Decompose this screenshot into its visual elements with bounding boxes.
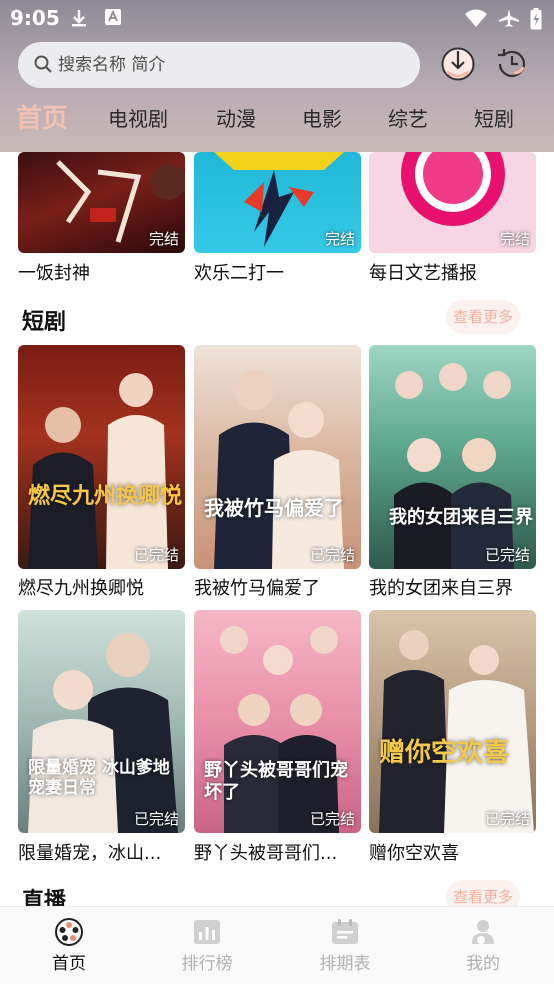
card-title[interactable]: 赠你空欢喜 <box>369 839 536 865</box>
nav-label: 首页 <box>52 954 86 974</box>
tab-variety[interactable]: 综艺 <box>388 96 428 144</box>
header: 9:05 首页 电视剧 <box>0 0 554 152</box>
tab-movies[interactable]: 电影 <box>302 96 342 144</box>
airplane-mode-icon <box>499 9 519 27</box>
section-title-short-drama: 短剧 <box>22 310 67 335</box>
tab-short-drama[interactable]: 短剧 <box>474 96 514 144</box>
poster-title: 野丫头被哥哥们宠坏了 <box>204 760 348 803</box>
nav-home[interactable]: 首页 <box>24 917 114 974</box>
status-badge: 已完结 <box>309 810 355 828</box>
status-badge: 已完结 <box>133 546 179 564</box>
bottom-navigation: 首页 排行榜 排期表 我的 <box>0 906 554 984</box>
film-reel-icon <box>55 918 83 946</box>
nav-label: 排行榜 <box>181 954 233 974</box>
view-more-button[interactable]: 查看更多 <box>446 880 520 906</box>
status-badge: 完结 <box>499 230 530 248</box>
nav-profile[interactable]: 我的 <box>438 917 528 974</box>
history-icon[interactable] <box>494 46 530 82</box>
status-bar: 9:05 <box>0 0 554 36</box>
poster-thumbnail[interactable]: 完结 <box>194 152 361 253</box>
view-more-button[interactable]: 查看更多 <box>446 300 520 334</box>
category-tabs: 首页 电视剧 动漫 电影 综艺 短剧 <box>0 96 554 144</box>
poster-thumbnail[interactable]: 赠你空欢喜 已完结 <box>369 610 536 833</box>
poster-thumbnail[interactable]: 完结 <box>18 152 185 253</box>
download-manager-icon[interactable] <box>440 46 476 82</box>
card-title[interactable]: 一饭封神 <box>18 259 185 285</box>
card-title[interactable]: 限量婚宠，冰山... <box>18 839 185 865</box>
poster-art <box>28 633 178 833</box>
status-badge: 已完结 <box>484 810 530 828</box>
search-input[interactable] <box>58 50 408 80</box>
poster-thumbnail[interactable]: 限量婚宠 冰山爹地宠妻日常 已完结 <box>18 610 185 833</box>
poster-thumbnail[interactable]: 燃尽九州换卿悦 已完结 <box>18 345 185 569</box>
section-title-live: 直播 <box>22 889 67 906</box>
card-title[interactable]: 燃尽九州换卿悦 <box>18 574 185 600</box>
poster-art <box>28 373 168 569</box>
poster-thumbnail[interactable]: 完结 <box>369 152 536 253</box>
status-badge: 已完结 <box>484 546 530 564</box>
status-badge: 完结 <box>324 230 355 248</box>
nav-schedule[interactable]: 排期表 <box>300 917 390 974</box>
poster-title: 我被竹马偏爱了 <box>204 496 344 520</box>
poster-title: 燃尽九州换卿悦 <box>28 483 183 509</box>
notification-app-icon <box>105 9 121 25</box>
search-icon <box>34 55 52 73</box>
calendar-icon <box>332 919 358 944</box>
poster-thumbnail[interactable]: 野丫头被哥哥们宠坏了 已完结 <box>194 610 361 833</box>
poster-thumbnail[interactable]: 我被竹马偏爱了 已完结 <box>194 345 361 569</box>
status-time: 9:05 <box>10 6 60 30</box>
poster-art <box>379 630 534 833</box>
profile-icon <box>472 920 494 944</box>
card-title[interactable]: 我的女团来自三界 <box>369 574 536 600</box>
poster-title: 限量婚宠 冰山爹地宠妻日常 <box>28 758 170 798</box>
poster-art <box>394 363 514 569</box>
nav-ranking[interactable]: 排行榜 <box>162 917 252 974</box>
card-title[interactable]: 欢乐二打一 <box>194 259 361 285</box>
nav-label: 我的 <box>466 954 500 974</box>
poster-art <box>214 370 344 569</box>
search-bar[interactable] <box>18 42 420 88</box>
poster-title: 赠你空欢喜 <box>379 738 510 768</box>
status-badge: 已完结 <box>309 546 355 564</box>
card-title[interactable]: 每日文艺播报 <box>369 259 536 285</box>
poster-title: 我的女团来自三界 <box>389 507 533 528</box>
status-badge: 完结 <box>148 230 179 248</box>
tab-home[interactable]: 首页 <box>16 96 68 144</box>
wifi-icon <box>465 9 487 27</box>
card-title[interactable]: 我被竹马偏爱了 <box>194 574 361 600</box>
battery-icon <box>530 8 542 30</box>
download-icon <box>72 10 86 27</box>
chart-icon <box>194 920 220 944</box>
card-title[interactable]: 野丫头被哥哥们... <box>194 839 361 865</box>
status-badge: 已完结 <box>133 810 179 828</box>
tab-tv-series[interactable]: 电视剧 <box>108 96 168 144</box>
tab-anime[interactable]: 动漫 <box>216 96 256 144</box>
poster-thumbnail[interactable]: 我的女团来自三界 已完结 <box>369 345 536 569</box>
content-scroll[interactable]: 完结 一饭封神 完结 欢乐二打一 完结 每日文艺播报 短剧 查看更多 燃尽九州换… <box>0 152 554 906</box>
nav-label: 排期表 <box>319 954 371 974</box>
